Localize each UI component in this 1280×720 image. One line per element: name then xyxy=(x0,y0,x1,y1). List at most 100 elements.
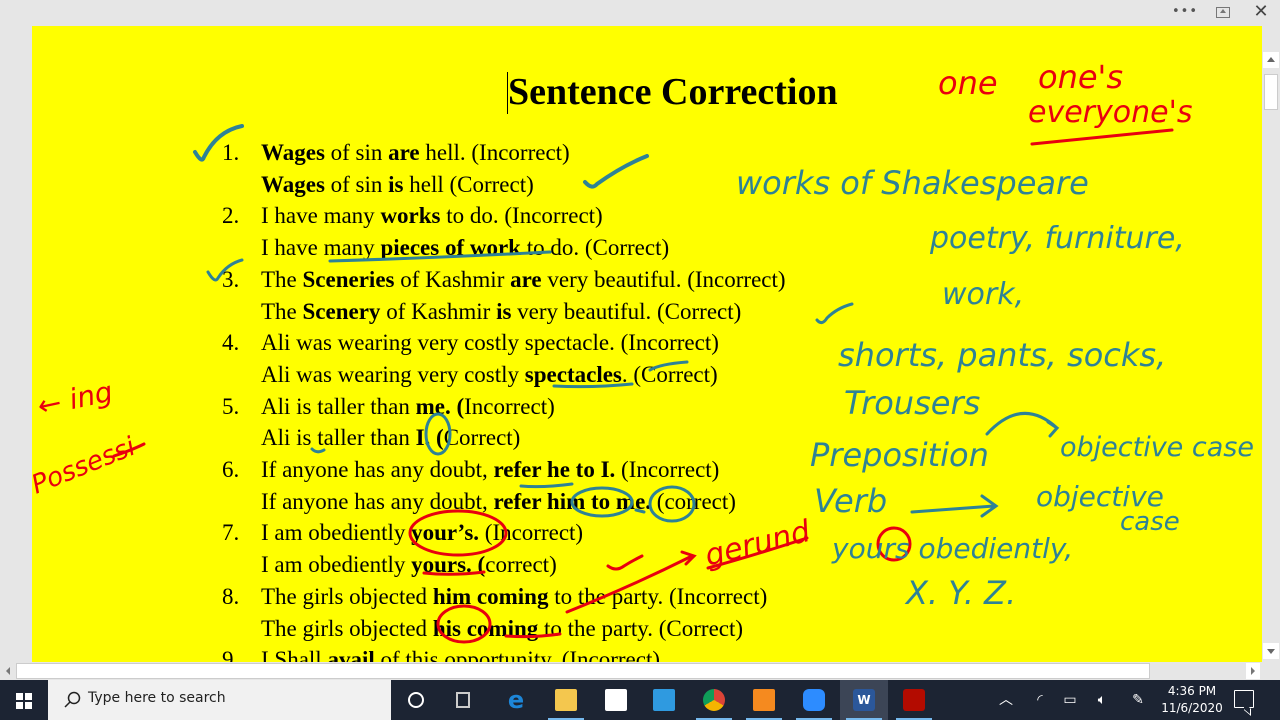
mail-icon xyxy=(653,689,675,711)
network-button[interactable]: ◜ xyxy=(1028,680,1052,720)
plain-text: of Kashmir xyxy=(380,298,497,324)
annotation-text: one's xyxy=(1038,58,1123,96)
document-page[interactable]: Sentence Correction 1. Wages of sin are h… xyxy=(32,26,1262,662)
search-placeholder: Type here to search xyxy=(88,690,226,706)
emphasis-text: him coming xyxy=(432,583,549,609)
restore-button[interactable] xyxy=(1208,2,1238,22)
foxit-pdf-icon xyxy=(753,689,775,711)
emphasis-text: is xyxy=(388,171,404,197)
clock-date: 11/6/2020 xyxy=(1161,701,1223,715)
plain-text: Ali was wearing very costly xyxy=(261,361,525,387)
emphasis-text: is xyxy=(496,298,512,324)
search-icon xyxy=(64,691,81,708)
sentence-text: The Scenery of Kashmir is very beautiful… xyxy=(261,296,741,328)
plain-text: I Shall xyxy=(261,647,328,662)
item-number: 1. xyxy=(222,140,240,165)
plain-text: to do. (Correct) xyxy=(520,235,670,261)
emphasis-text: yours. ( xyxy=(411,552,486,578)
sentence-text: Ali was wearing very costly spectacle. (… xyxy=(261,327,719,359)
plain-text: Ali is taller than xyxy=(261,425,416,451)
zoom-video-icon xyxy=(803,689,825,711)
restore-icon xyxy=(1216,7,1230,18)
plain-text: The girls objected xyxy=(261,583,433,609)
taskbar-search-box[interactable]: Type here to search xyxy=(48,680,391,720)
taskbar-clock[interactable]: 4:36 PM 11/6/2020 xyxy=(1160,683,1224,717)
cortana-icon xyxy=(408,692,424,708)
emphasis-text: are xyxy=(388,140,420,165)
action-center-icon[interactable] xyxy=(1234,690,1254,708)
zoom-button[interactable] xyxy=(790,680,838,720)
sentence-text: The girls objected his coming to the par… xyxy=(261,613,743,645)
horizontal-scrollbar[interactable] xyxy=(0,662,1262,680)
annotation-text: one xyxy=(938,64,998,102)
underline-mark xyxy=(706,536,809,570)
plain-text: hell (Correct) xyxy=(403,171,534,197)
sentence-text: I am obediently yours. (correct) xyxy=(261,549,557,581)
mail-button[interactable] xyxy=(640,680,688,720)
cortana-button[interactable] xyxy=(392,680,440,720)
annotation-text: X. Y. Z. xyxy=(904,574,1016,612)
checkmark-icon xyxy=(583,154,649,189)
battery-button[interactable]: ▭ xyxy=(1058,680,1082,720)
wifi-icon: ◜ xyxy=(1037,692,1043,708)
more-options-button[interactable]: ••• xyxy=(1170,2,1200,22)
task-view-icon xyxy=(456,692,470,708)
close-icon: ✕ xyxy=(1253,1,1269,22)
taskbar: Type here to search e W ︿ ◜ ▭ 🔈︎ ✎ 4:36 … xyxy=(0,680,1280,720)
volume-button[interactable]: 🔈︎ xyxy=(1090,680,1114,720)
emphasis-text: spectacles xyxy=(524,361,622,387)
close-button[interactable]: ✕ xyxy=(1246,2,1276,22)
emphasis-text: refer he to I. xyxy=(493,457,616,482)
chrome-button[interactable] xyxy=(690,680,738,720)
plain-text: very beautiful. (Correct) xyxy=(511,298,742,324)
annotation-text: ← ing xyxy=(35,375,116,423)
task-view-button[interactable] xyxy=(440,680,488,720)
plain-text: (Incorrect) xyxy=(615,457,720,482)
plain-text: Incorrect) xyxy=(464,393,555,419)
sentence-text: Ali was wearing very costly spectacles. … xyxy=(261,359,718,391)
sentence-text: Ali is taller than me. (Incorrect) xyxy=(261,391,555,423)
plain-text: If anyone has any doubt, xyxy=(261,457,494,482)
pen-icon: ✎ xyxy=(1132,692,1144,708)
sentence-text: I Shall avail of this opportunity. (Inco… xyxy=(261,644,660,662)
annotation-text: gerund xyxy=(701,514,814,574)
show-hidden-icons-button[interactable]: ︿ xyxy=(994,680,1018,720)
store-button[interactable] xyxy=(592,680,640,720)
item-number: 8. xyxy=(222,583,240,609)
windows-logo-icon xyxy=(16,693,32,709)
annotation-text: work, xyxy=(942,277,1024,312)
annotation-text: Verb xyxy=(814,482,887,520)
foxit-pdf-button[interactable] xyxy=(740,680,788,720)
scroll-down-arrow-icon[interactable] xyxy=(1263,643,1279,659)
scroll-left-arrow-icon[interactable] xyxy=(2,663,16,679)
annotation-text: Trousers xyxy=(844,384,980,422)
annotation-text: shorts, pants, socks, xyxy=(838,336,1166,374)
scroll-up-arrow-icon[interactable] xyxy=(1263,52,1279,68)
vertical-scrollbar[interactable] xyxy=(1262,52,1280,662)
word-button[interactable]: W xyxy=(840,680,888,720)
plain-text: I have many xyxy=(261,203,381,229)
sentence-text: I am obediently your’s. (Incorrect) xyxy=(261,517,583,549)
vertical-scroll-thumb[interactable] xyxy=(1264,74,1278,110)
sentence-text: If anyone has any doubt, refer he to I. … xyxy=(261,454,719,486)
scroll-right-arrow-icon[interactable] xyxy=(1246,663,1260,679)
word-icon: W xyxy=(853,689,875,711)
pen-workspace-button[interactable]: ✎ xyxy=(1126,680,1150,720)
sentence-text: Wages of sin is hell (Correct) xyxy=(261,169,534,201)
plain-text: to the party. (Correct) xyxy=(538,615,744,641)
battery-icon: ▭ xyxy=(1063,692,1077,708)
plain-text: hell. (Incorrect) xyxy=(419,140,570,165)
acrobat-button[interactable] xyxy=(890,680,938,720)
plain-text: of this opportunity. (Incorrect) xyxy=(374,647,661,662)
horizontal-scroll-thumb[interactable] xyxy=(16,663,1150,679)
emphasis-text: works xyxy=(380,203,441,229)
item-number: 2. xyxy=(222,203,240,229)
start-button[interactable] xyxy=(0,680,48,720)
edge-button[interactable]: e xyxy=(492,680,540,720)
file-explorer-button[interactable] xyxy=(542,680,590,720)
clock-time: 4:36 PM xyxy=(1167,684,1217,698)
plain-text: Correct) xyxy=(443,425,521,451)
emphasis-text: his coming xyxy=(432,615,539,641)
checkmark-icon xyxy=(606,554,644,571)
plain-text: Ali is taller than xyxy=(261,393,416,419)
